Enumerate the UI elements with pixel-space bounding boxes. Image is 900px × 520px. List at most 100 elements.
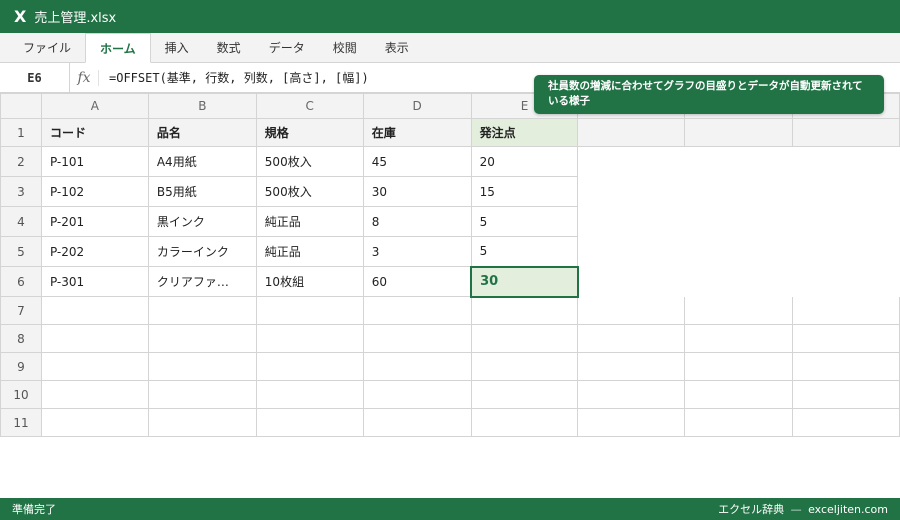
tab-file[interactable]: ファイル [9,33,85,62]
cell[interactable] [362,408,472,437]
cell[interactable] [577,324,686,353]
cell[interactable] [40,408,149,437]
row-header[interactable]: 1 [0,118,42,147]
cell[interactable] [684,146,794,177]
tab-insert[interactable]: 挿入 [151,33,203,62]
column-header-b[interactable]: B [147,93,257,119]
formula-input[interactable]: =OFFSET(基準, 行数, 列数, [高さ], [幅]) [99,69,369,86]
cell[interactable] [684,236,794,267]
cell[interactable] [255,380,364,409]
cell-spec[interactable]: 500枚入 [255,146,364,177]
cell[interactable] [684,380,794,409]
column-header-c[interactable]: C [255,93,364,119]
cell-reorder-point[interactable]: 15 [470,176,579,207]
tab-formulas[interactable]: 数式 [203,33,255,62]
column-header-d[interactable]: D [362,93,472,119]
cell[interactable] [470,296,579,325]
tab-home[interactable]: ホーム [85,33,151,63]
cell[interactable] [147,380,257,409]
row-header[interactable]: 9 [0,352,42,381]
cell-code[interactable]: P-301 [40,266,149,297]
cell-code[interactable]: P-201 [40,206,149,237]
cell[interactable] [684,324,794,353]
tab-data[interactable]: データ [255,33,319,62]
cell[interactable] [577,206,686,237]
cell[interactable] [40,380,149,409]
cell[interactable] [147,324,257,353]
cell[interactable] [684,408,794,437]
cell[interactable] [255,296,364,325]
cell[interactable] [362,296,472,325]
select-all-corner[interactable] [0,93,42,119]
header-cell-code[interactable]: コード [40,118,149,147]
cell[interactable] [792,296,900,325]
header-cell-name[interactable]: 品名 [147,118,257,147]
cell[interactable] [470,408,579,437]
cell-spec[interactable]: 純正品 [255,236,364,267]
cell[interactable] [684,176,794,207]
cell-stock[interactable]: 30 [362,176,472,207]
cell[interactable] [40,296,149,325]
cell[interactable] [362,324,472,353]
cell-code[interactable]: P-101 [40,146,149,177]
cell-code[interactable]: P-202 [40,236,149,267]
cell[interactable] [792,118,900,147]
cell-code[interactable]: P-102 [40,176,149,207]
header-cell-reorder-point[interactable]: 発注点 [470,118,579,147]
cell-reorder-point[interactable]: 5 [470,236,579,267]
row-header[interactable]: 7 [0,296,42,325]
cell[interactable] [792,146,900,177]
fx-icon[interactable]: fx [70,69,99,86]
name-box[interactable]: E6 [0,63,70,92]
cell[interactable] [255,408,364,437]
row-header[interactable]: 3 [0,176,42,207]
cell[interactable] [577,146,686,177]
cell[interactable] [684,352,794,381]
cell[interactable] [577,296,686,325]
cell[interactable] [792,324,900,353]
cell[interactable] [792,266,900,297]
tab-view[interactable]: 表示 [371,33,423,62]
cell-stock[interactable]: 60 [362,266,472,297]
cell-name[interactable]: A4用紙 [147,146,257,177]
header-cell-stock[interactable]: 在庫 [362,118,472,147]
cell[interactable] [684,296,794,325]
cell-name[interactable]: クリアファ… [147,266,257,297]
row-header[interactable]: 8 [0,324,42,353]
cell-spec[interactable]: 500枚入 [255,176,364,207]
cell[interactable] [792,236,900,267]
cell[interactable] [40,324,149,353]
cell-stock[interactable]: 45 [362,146,472,177]
cell[interactable] [147,296,257,325]
row-header[interactable]: 5 [0,236,42,267]
column-header-a[interactable]: A [40,93,149,119]
cell-name[interactable]: B5用紙 [147,176,257,207]
cell[interactable] [255,324,364,353]
cell[interactable] [470,352,579,381]
row-header[interactable]: 2 [0,146,42,177]
selected-cell-e6[interactable]: 30 [470,265,579,298]
cell[interactable] [470,380,579,409]
cell[interactable] [792,352,900,381]
cell[interactable] [577,352,686,381]
cell[interactable] [362,380,472,409]
cell[interactable] [684,266,794,297]
cell[interactable] [577,408,686,437]
cell[interactable] [362,352,472,381]
cell[interactable] [577,380,686,409]
cell[interactable] [684,206,794,237]
cell[interactable] [40,352,149,381]
cell[interactable] [792,408,900,437]
cell-reorder-point[interactable]: 5 [470,206,579,237]
cell[interactable] [147,352,257,381]
cell-name[interactable]: カラーインク [147,236,257,267]
cell-spec[interactable]: 10枚組 [255,266,364,297]
cell[interactable] [684,118,794,147]
row-header[interactable]: 10 [0,380,42,409]
header-cell-spec[interactable]: 規格 [255,118,364,147]
row-header[interactable]: 4 [0,206,42,237]
row-header[interactable]: 6 [0,266,42,297]
cell[interactable] [792,380,900,409]
cell[interactable] [577,266,686,297]
cell[interactable] [792,176,900,207]
